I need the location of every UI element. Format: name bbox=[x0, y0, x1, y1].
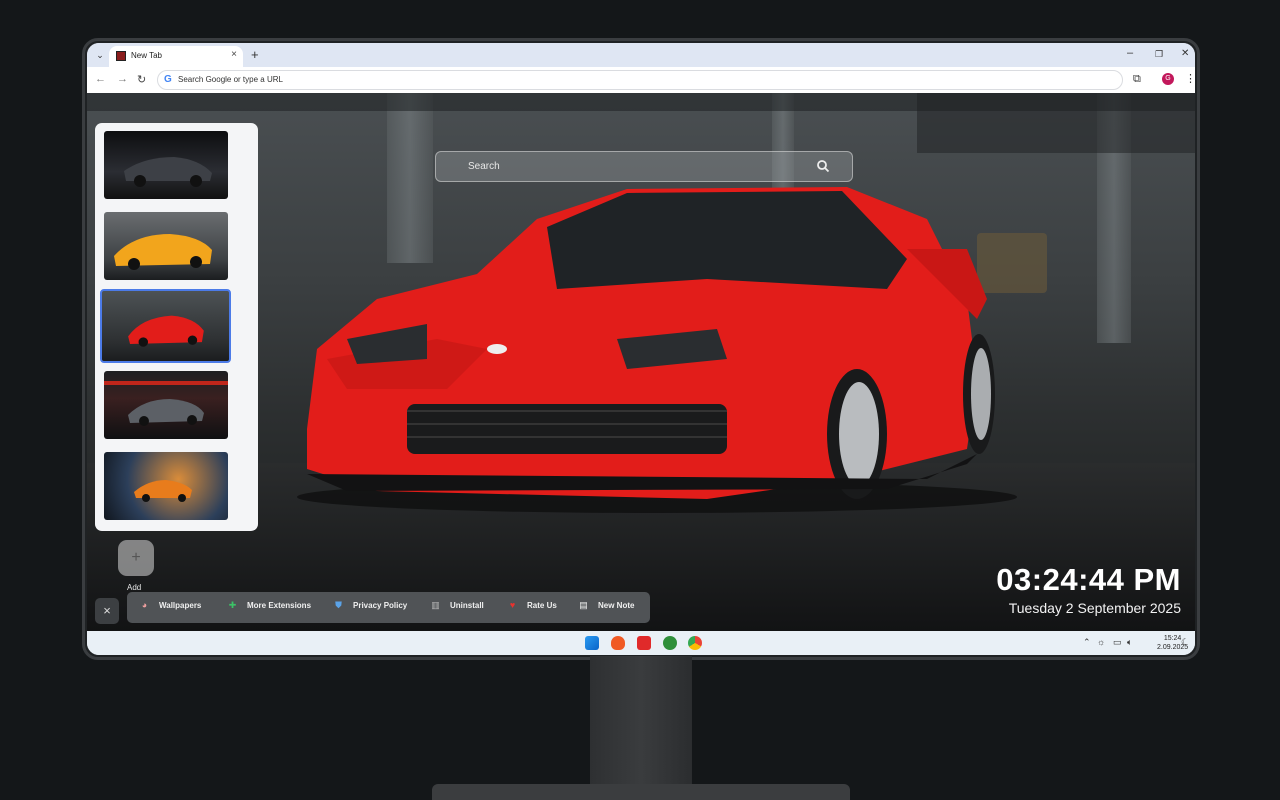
menu-label: Privacy Policy bbox=[353, 601, 408, 610]
windows-start-icon[interactable] bbox=[585, 636, 599, 650]
tray-chevron-icon[interactable]: ⌃ bbox=[1083, 637, 1091, 648]
tab-search-icon[interactable]: ⌄ bbox=[93, 48, 107, 62]
screen: ⌄ New Tab × + – ❐ ✕ ← → ↻ G Search Googl… bbox=[87, 43, 1195, 655]
minimize-button[interactable]: – bbox=[1127, 47, 1133, 59]
tab-bar: ⌄ New Tab × + – ❐ ✕ bbox=[87, 43, 1195, 67]
wallpaper-thumbnail-selected[interactable] bbox=[100, 289, 231, 363]
video-app-icon[interactable] bbox=[637, 636, 651, 650]
new-tab-button[interactable]: + bbox=[251, 47, 259, 62]
windows-taskbar: ⌃ ☼ ▭ 🔈︎ 15:24 2.09.2025 ☾ bbox=[87, 631, 1195, 655]
menu-label: More Extensions bbox=[247, 601, 312, 610]
close-menu-button[interactable]: × bbox=[95, 598, 119, 624]
chrome-icon[interactable] bbox=[688, 636, 702, 650]
palette-icon: ◕ bbox=[141, 600, 148, 610]
address-bar[interactable]: G Search Google or type a URL bbox=[157, 70, 1123, 90]
notifications-icon[interactable]: ☾ bbox=[1181, 637, 1189, 648]
app-icon[interactable] bbox=[663, 636, 677, 650]
monitor-stand-neck bbox=[590, 656, 692, 796]
back-icon[interactable]: ← bbox=[95, 73, 106, 85]
restore-button[interactable]: ❐ bbox=[1155, 49, 1163, 60]
menu-label: Wallpapers bbox=[159, 601, 202, 610]
red-car-illustration bbox=[297, 187, 1017, 513]
address-placeholder: Search Google or type a URL bbox=[178, 75, 283, 84]
close-window-button[interactable]: ✕ bbox=[1181, 48, 1189, 59]
menu-dots-icon[interactable]: ⋮ bbox=[1185, 72, 1195, 85]
bottom-menu-bar: ◕ Wallpapers ✚ More Extensions ⛊ Privacy… bbox=[127, 592, 650, 623]
wallpaper-thumbnail[interactable] bbox=[104, 371, 228, 439]
puzzle-icon: ✚ bbox=[228, 600, 237, 610]
tab-favicon-icon bbox=[116, 51, 126, 61]
wallpaper-thumbnail[interactable] bbox=[104, 212, 228, 280]
background-ceiling bbox=[917, 93, 1195, 153]
tab-title: New Tab bbox=[131, 51, 162, 60]
wallpaper-thumbnail[interactable] bbox=[104, 452, 228, 520]
reload-icon[interactable]: ↻ bbox=[137, 73, 146, 86]
wallpaper-thumbnail[interactable] bbox=[104, 131, 228, 199]
forward-icon[interactable]: → bbox=[117, 73, 128, 85]
network-icon[interactable]: ▭ bbox=[1113, 637, 1122, 648]
add-label: Add bbox=[127, 583, 142, 592]
search-placeholder: Search bbox=[468, 161, 500, 172]
note-icon: ▤ bbox=[579, 600, 588, 610]
shield-icon: ⛊ bbox=[335, 600, 342, 610]
new-tab-page: Search + Add × ◕ Wallpapers ✚ More Exten… bbox=[87, 93, 1195, 631]
tab-new-tab[interactable]: New Tab × bbox=[109, 46, 243, 67]
trash-icon: ▥ bbox=[431, 600, 440, 610]
menu-label: Uninstall bbox=[450, 601, 484, 610]
tab-close-icon[interactable]: × bbox=[231, 49, 237, 60]
tray-app-icon[interactable]: ☼ bbox=[1097, 637, 1105, 647]
monitor-stand-base bbox=[432, 784, 850, 800]
browser-toolbar: ← → ↻ G Search Google or type a URL ⧉ G … bbox=[87, 67, 1195, 93]
search-input[interactable]: Search bbox=[435, 151, 853, 182]
search-icon[interactable] bbox=[816, 159, 830, 173]
menu-label: Rate Us bbox=[527, 601, 557, 610]
add-wallpaper-button[interactable]: + bbox=[118, 540, 154, 576]
clock-date: Tuesday 2 September 2025 bbox=[1008, 600, 1181, 616]
extensions-icon[interactable]: ⧉ bbox=[1133, 73, 1141, 86]
profile-avatar[interactable]: G bbox=[1162, 73, 1174, 85]
clock-time: 03:24:44 PM bbox=[996, 562, 1181, 597]
google-icon: G bbox=[164, 74, 172, 85]
brave-browser-icon[interactable] bbox=[611, 636, 625, 650]
monitor-frame: ⌄ New Tab × + – ❐ ✕ ← → ↻ G Search Googl… bbox=[82, 38, 1200, 660]
wallpaper-thumbnails-panel bbox=[95, 123, 258, 531]
volume-icon[interactable]: 🔈︎ bbox=[1127, 637, 1132, 648]
heart-icon: ♥ bbox=[509, 600, 516, 610]
menu-label: New Note bbox=[598, 601, 635, 610]
